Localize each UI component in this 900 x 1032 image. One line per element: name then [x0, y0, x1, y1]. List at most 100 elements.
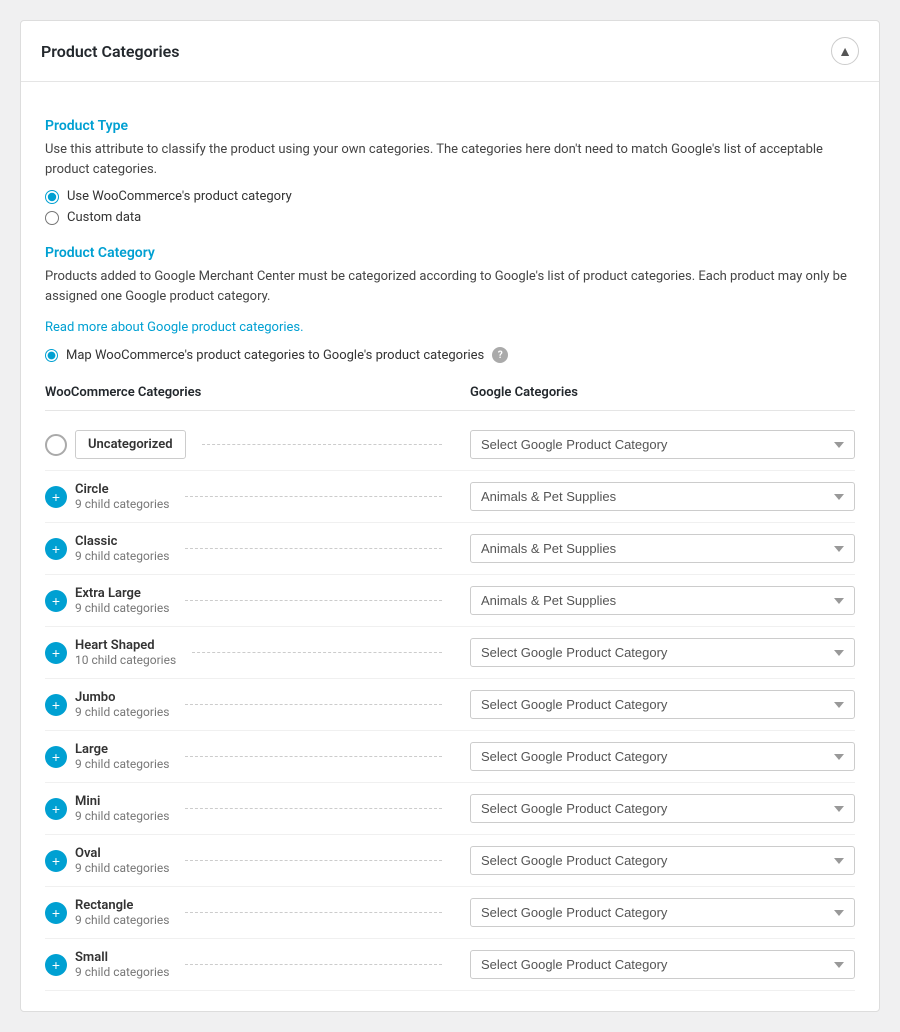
category-name: Large — [75, 742, 169, 757]
category-label-group: Small9 child categories — [75, 950, 169, 979]
expand-category-button[interactable]: + — [45, 642, 67, 664]
table-row: + Large9 child categories Select Google Pr… — [45, 731, 855, 783]
dashed-line — [185, 496, 442, 497]
google-category-select[interactable]: Select Google Product CategoryAnimals & … — [470, 586, 855, 615]
category-children-count: 9 child categories — [75, 497, 169, 511]
expand-category-button[interactable]: + — [45, 746, 67, 768]
google-cat-col: Select Google Product CategoryAnimals & … — [450, 690, 855, 719]
radio-custom-input[interactable] — [45, 211, 59, 225]
category-name: Jumbo — [75, 690, 169, 705]
category-name: Circle — [75, 482, 169, 497]
category-label-group: Mini9 child categories — [75, 794, 169, 823]
category-label-group: Rectangle9 child categories — [75, 898, 169, 927]
table-row: + Jumbo9 child categories Select Google Pr… — [45, 679, 855, 731]
table-row: +Oval9 child categories Select Google Pro… — [45, 835, 855, 887]
category-label-group: Heart Shaped10 child categories — [75, 638, 176, 667]
expand-category-button[interactable]: + — [45, 590, 67, 612]
map-option-row: Map WooCommerce's product categories to … — [45, 347, 855, 363]
google-category-select[interactable]: Select Google Product CategoryAnimals & … — [470, 534, 855, 563]
woo-cat-col: + Classic9 child categories — [45, 534, 450, 563]
table-row: + Rectangle9 child categories Select Googl… — [45, 887, 855, 939]
woo-cat-col: + Extra Large9 child categories — [45, 586, 450, 615]
table-row: + Extra Large9 child categories Select Goo… — [45, 575, 855, 627]
category-label-group: Classic9 child categories — [75, 534, 169, 563]
radio-custom-label: Custom data — [67, 210, 141, 225]
woo-cat-col: + Circle9 child categories — [45, 482, 450, 511]
google-cat-col: Select Google Product CategoryAnimals & … — [450, 482, 855, 511]
product-category-desc: Products added to Google Merchant Center… — [45, 267, 855, 306]
category-children-count: 9 child categories — [75, 549, 169, 563]
google-col-header: Google Categories — [450, 385, 855, 400]
category-children-count: 9 child categories — [75, 705, 169, 719]
woo-cat-col: + Rectangle9 child categories — [45, 898, 450, 927]
category-name: Rectangle — [75, 898, 169, 913]
woo-col-header: WooCommerce Categories — [45, 385, 450, 400]
woo-cat-col: + Heart Shaped10 child categories — [45, 638, 450, 667]
product-type-desc: Use this attribute to classify the produ… — [45, 140, 855, 179]
woo-cat-col: + Small9 child categories — [45, 950, 450, 979]
dashed-line — [185, 600, 442, 601]
category-name: Heart Shaped — [75, 638, 176, 653]
google-category-select[interactable]: Select Google Product CategoryAnimals & … — [470, 846, 855, 875]
woo-cat-col: + Large9 child categories — [45, 742, 450, 771]
category-label-group: Jumbo9 child categories — [75, 690, 169, 719]
collapse-button[interactable]: ▲ — [831, 37, 859, 65]
expand-category-button[interactable]: + — [45, 902, 67, 924]
category-label-group: Extra Large9 child categories — [75, 586, 169, 615]
map-option-label: Map WooCommerce's product categories to … — [66, 348, 484, 363]
expand-category-button[interactable]: + — [45, 538, 67, 560]
dashed-line — [185, 860, 442, 861]
dashed-line — [185, 964, 442, 965]
google-cat-col: Select Google Product CategoryAnimals & … — [450, 638, 855, 667]
woo-cat-col: Uncategorized — [45, 430, 450, 459]
categories-table: WooCommerce Categories Google Categories… — [45, 379, 855, 991]
google-cat-col: Select Google Product CategoryAnimals & … — [450, 742, 855, 771]
google-category-select[interactable]: Select Google Product CategoryAnimals & … — [470, 794, 855, 823]
category-rows-container: Uncategorized Select Google Product Categ… — [45, 419, 855, 991]
expand-category-button[interactable]: + — [45, 486, 67, 508]
product-type-options: Use WooCommerce's product category Custo… — [45, 189, 855, 225]
category-name: Mini — [75, 794, 169, 809]
google-category-select[interactable]: Select Google Product CategoryAnimals & … — [470, 950, 855, 979]
google-cat-col: Select Google Product CategoryAnimals & … — [450, 794, 855, 823]
table-row: Uncategorized Select Google Product Categ… — [45, 419, 855, 471]
dashed-line — [185, 704, 442, 705]
expand-category-button[interactable]: + — [45, 850, 67, 872]
google-category-select[interactable]: Select Google Product CategoryAnimals & … — [470, 638, 855, 667]
google-category-select[interactable]: Select Google Product CategoryAnimals & … — [470, 430, 855, 459]
google-category-select[interactable]: Select Google Product CategoryAnimals & … — [470, 898, 855, 927]
category-children-count: 9 child categories — [75, 913, 169, 927]
google-category-select[interactable]: Select Google Product CategoryAnimals & … — [470, 742, 855, 771]
uncat-circle — [45, 434, 67, 456]
category-name: Classic — [75, 534, 169, 549]
category-children-count: 9 child categories — [75, 965, 169, 979]
category-children-count: 9 child categories — [75, 809, 169, 823]
radio-woocommerce-input[interactable] — [45, 190, 59, 204]
radio-custom-data[interactable]: Custom data — [45, 210, 855, 225]
google-category-select[interactable]: Select Google Product CategoryAnimals & … — [470, 482, 855, 511]
help-icon[interactable]: ? — [492, 347, 508, 363]
category-children-count: 9 child categories — [75, 861, 169, 875]
category-name-box: Uncategorized — [75, 430, 186, 459]
table-row: + Classic9 child categories Select Google … — [45, 523, 855, 575]
table-row: + Circle9 child categories Select Google P… — [45, 471, 855, 523]
product-category-title: Product Category — [45, 245, 855, 261]
google-cat-col: Select Google Product CategoryAnimals & … — [450, 898, 855, 927]
google-cat-col: Select Google Product CategoryAnimals & … — [450, 846, 855, 875]
woo-cat-col: +Oval9 child categories — [45, 846, 450, 875]
expand-category-button[interactable]: + — [45, 798, 67, 820]
radio-woocommerce-category[interactable]: Use WooCommerce's product category — [45, 189, 855, 204]
expand-category-button[interactable]: + — [45, 954, 67, 976]
google-cat-col: Select Google Product CategoryAnimals & … — [450, 534, 855, 563]
radio-map-input[interactable] — [45, 349, 58, 362]
dashed-line — [185, 756, 442, 757]
dashed-line — [185, 912, 442, 913]
google-category-select[interactable]: Select Google Product CategoryAnimals & … — [470, 690, 855, 719]
google-cat-col: Select Google Product CategoryAnimals & … — [450, 950, 855, 979]
panel-body: Product Type Use this attribute to class… — [21, 82, 879, 1011]
expand-category-button[interactable]: + — [45, 694, 67, 716]
read-more-link[interactable]: Read more about Google product categorie… — [45, 320, 304, 335]
category-children-count: 9 child categories — [75, 757, 169, 771]
panel-title: Product Categories — [41, 42, 179, 61]
product-categories-panel: Product Categories ▲ Product Type Use th… — [20, 20, 880, 1012]
